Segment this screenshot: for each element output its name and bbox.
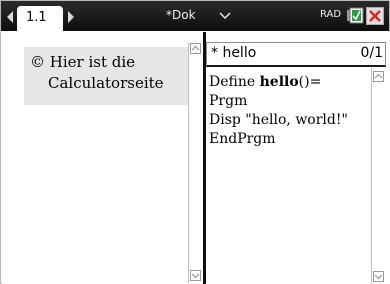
angle-mode-label: RAD [320, 9, 342, 20]
code-line: EndPrgm [209, 131, 276, 147]
scroll-up-button[interactable] [373, 71, 384, 82]
comment-text: © Hier ist die Calculatorseite [30, 52, 164, 94]
scroll-down-button[interactable] [190, 270, 201, 281]
app-window: 1.1 *Dok RAD © Hier ist die Calculatorse… [0, 0, 390, 284]
document-title[interactable]: *Dok [166, 8, 196, 22]
code-line: Disp "hello, world!" [209, 112, 348, 128]
tab-prev-icon[interactable] [7, 11, 13, 23]
program-code[interactable]: Define hello()= Prgm Disp "hello, world!" E… [209, 73, 348, 149]
code-parens: ()= [298, 74, 322, 90]
calculator-scrollbar[interactable] [188, 43, 202, 283]
comment-line-1: Hier ist die [49, 53, 136, 71]
scroll-up-button[interactable] [190, 43, 201, 54]
code-function-name: hello [259, 74, 299, 90]
program-name: * hello [211, 45, 257, 61]
program-counter: 0/1 [360, 45, 383, 61]
code-line: Prgm [209, 93, 248, 109]
comment-line-2: Calculatorseite [48, 74, 164, 92]
chevron-down-icon [374, 274, 383, 280]
chevron-up-icon [374, 73, 383, 79]
program-editor-pane[interactable] [206, 32, 390, 284]
chevron-up-icon [191, 45, 200, 51]
scroll-down-button[interactable] [373, 271, 384, 282]
tab-label: 1.1 [26, 10, 47, 25]
battery-icon [347, 7, 364, 24]
chevron-down-icon[interactable] [219, 12, 231, 19]
editor-scrollbar[interactable] [371, 68, 385, 284]
tab-page[interactable]: 1.1 [17, 6, 63, 31]
code-keyword: Define [209, 74, 260, 90]
comment-symbol: © [30, 53, 45, 71]
code-line: Define hello()= [209, 73, 348, 92]
close-icon [369, 10, 381, 22]
chevron-down-icon [191, 273, 200, 279]
close-button[interactable] [366, 7, 384, 25]
program-editor-header: * hello 0/1 [206, 42, 386, 67]
document-toolbar: 1.1 *Dok RAD [1, 1, 389, 31]
tab-next-icon[interactable] [68, 11, 74, 23]
